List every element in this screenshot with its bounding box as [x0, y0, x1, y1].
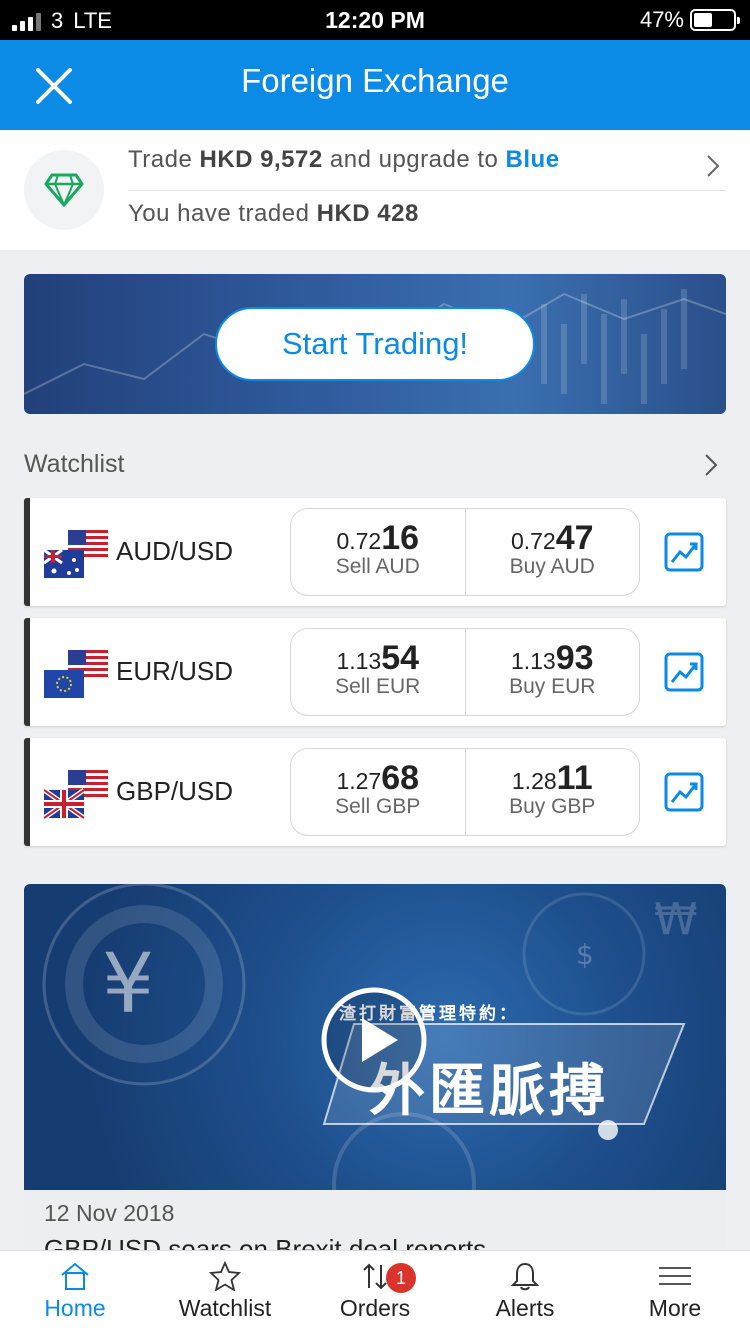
tab-more[interactable]: More — [600, 1251, 750, 1334]
svg-text:¥: ¥ — [102, 937, 154, 1032]
sell-button[interactable]: 1.2768 Sell GBP — [291, 749, 465, 835]
tab-label: More — [648, 1295, 702, 1321]
battery-percent: 47% — [639, 7, 684, 32]
chart-icon[interactable] — [664, 772, 704, 812]
pair-name: AUD/USD — [116, 536, 234, 566]
rate-box: 1.1354 Sell EUR 1.1393 Buy EUR — [290, 628, 640, 716]
status-right: 47% — [639, 7, 740, 33]
watchlist-row-eur-usd[interactable]: EUR/USD 1.1354 Sell EUR 1.1393 Buy EUR — [24, 618, 726, 726]
video-card[interactable]: ¥ $ ₩ 渣打財富管理特約： 外匯脈搏 12 Nov 2018 GBP/USD… — [24, 884, 726, 1250]
buy-price-big: 11 — [556, 759, 593, 797]
aud-usd-flags-icon — [44, 530, 108, 578]
tab-label: Orders — [339, 1295, 411, 1321]
sell-price-small: 0.72 — [336, 528, 382, 554]
buy-label: Buy EUR — [509, 675, 596, 698]
rate-box: 1.2768 Sell GBP 1.2811 Buy GBP — [290, 748, 640, 836]
upgrade-middle: and upgrade to — [322, 146, 506, 173]
pair-name: GBP/USD — [116, 776, 234, 806]
traded-text: You have traded HKD 428 — [128, 200, 419, 228]
tab-label: Alerts — [495, 1295, 555, 1321]
bell-icon — [510, 1262, 540, 1291]
start-trading-banner: Start Trading! — [24, 274, 726, 414]
watchlist-row-aud-usd[interactable]: AUD/USD 0.7216 Sell AUD 0.7247 Buy AUD — [24, 498, 726, 606]
watchlist-row-gbp-usd[interactable]: GBP/USD 1.2768 Sell GBP 1.2811 Buy GBP — [24, 738, 726, 846]
buy-button[interactable]: 1.1393 Buy EUR — [464, 629, 640, 715]
tab-label: Home — [44, 1295, 106, 1321]
svg-text:₩: ₩ — [654, 894, 698, 945]
tab-label: Watchlist — [178, 1295, 272, 1321]
star-icon — [209, 1261, 241, 1291]
tier-upgrade-banner[interactable]: Trade HKD 9,572 and upgrade to Blue You … — [0, 130, 750, 250]
traded-prefix: You have traded — [128, 200, 317, 227]
video-headline[interactable]: GBP/USD soars on Brexit deal reports — [44, 1234, 486, 1250]
svg-text:$: $ — [576, 938, 594, 971]
chevron-right-icon[interactable] — [704, 453, 718, 477]
buy-label: Buy AUD — [509, 555, 595, 578]
battery-icon — [690, 9, 740, 31]
diamond-icon — [44, 173, 84, 207]
page-title: Foreign Exchange — [241, 62, 509, 99]
traded-amount: HKD 428 — [316, 200, 419, 227]
sell-button[interactable]: 1.1354 Sell EUR — [291, 629, 465, 715]
buy-price-small: 1.13 — [510, 648, 556, 674]
buy-price: 0.7247 — [466, 519, 640, 557]
sell-label: Sell AUD — [335, 555, 420, 578]
sell-price: 1.2768 — [291, 759, 465, 797]
status-time: 12:20 PM — [325, 7, 425, 33]
chevron-right-icon — [707, 155, 720, 177]
promo-divider — [128, 190, 726, 191]
buy-price-big: 47 — [555, 519, 594, 557]
tab-home[interactable]: Home — [0, 1251, 150, 1334]
chart-icon[interactable] — [664, 532, 704, 572]
upgrade-text: Trade HKD 9,572 and upgrade to Blue — [128, 146, 560, 174]
tab-bar: Home Watchlist 1 Orders Alerts More — [0, 1250, 750, 1334]
buy-price: 1.2811 — [466, 759, 640, 797]
home-icon — [61, 1262, 89, 1290]
status-bar: 3 LTE 12:20 PM 47% — [0, 0, 750, 40]
sell-price-big: 68 — [381, 759, 420, 797]
buy-price-small: 0.72 — [510, 528, 556, 554]
sell-price-big: 16 — [381, 519, 420, 557]
upgrade-prefix: Trade — [128, 146, 200, 173]
sell-price-big: 54 — [381, 639, 420, 677]
gbp-usd-flags-icon — [44, 770, 108, 820]
nav-bar: Foreign Exchange — [0, 40, 750, 130]
video-thumbnail[interactable]: ¥ $ ₩ 渣打財富管理特約： 外匯脈搏 — [24, 884, 726, 1190]
sell-label: Sell EUR — [335, 675, 421, 698]
buy-price-small: 1.28 — [511, 768, 557, 794]
tab-orders[interactable]: 1 Orders — [300, 1251, 450, 1334]
tier-badge — [24, 150, 104, 230]
upgrade-amount: HKD 9,572 — [199, 146, 323, 173]
tab-watchlist[interactable]: Watchlist — [150, 1251, 300, 1334]
buy-button[interactable]: 1.2811 Buy GBP — [464, 749, 640, 835]
sell-price: 0.7216 — [291, 519, 465, 557]
upgrade-tier: Blue — [505, 146, 560, 173]
sell-price-small: 1.27 — [336, 768, 382, 794]
buy-price-big: 93 — [555, 639, 594, 677]
buy-button[interactable]: 0.7247 Buy AUD — [464, 509, 640, 595]
sell-label: Sell GBP — [335, 795, 421, 818]
chart-icon[interactable] — [664, 652, 704, 692]
orders-badge: 1 — [386, 1263, 416, 1293]
eur-usd-flags-icon — [44, 650, 108, 698]
sell-price-small: 1.13 — [336, 648, 382, 674]
start-trading-button[interactable]: Start Trading! — [215, 307, 535, 381]
sell-price: 1.1354 — [291, 639, 465, 677]
sell-button[interactable]: 0.7216 Sell AUD — [291, 509, 465, 595]
buy-price: 1.1393 — [466, 639, 640, 677]
buy-label: Buy GBP — [509, 795, 596, 818]
pair-name: EUR/USD — [116, 656, 234, 686]
video-date: 12 Nov 2018 — [44, 1200, 175, 1226]
menu-icon — [659, 1267, 691, 1285]
watchlist-header[interactable]: Watchlist — [24, 450, 124, 479]
tab-alerts[interactable]: Alerts — [450, 1251, 600, 1334]
rate-box: 0.7216 Sell AUD 0.7247 Buy AUD — [290, 508, 640, 596]
play-icon[interactable] — [320, 986, 428, 1094]
